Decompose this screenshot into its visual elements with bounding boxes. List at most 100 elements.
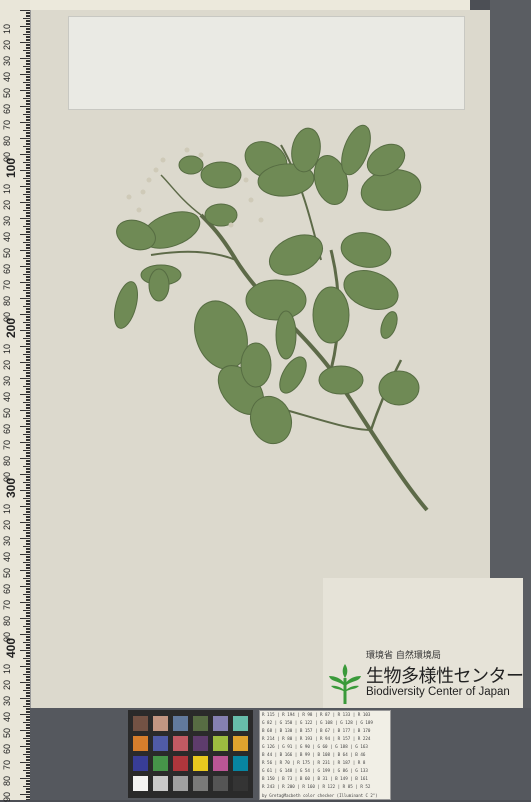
leaf — [178, 155, 204, 175]
ruler-minor-label: 60 — [2, 583, 12, 594]
ruler-major-label: 300 — [4, 477, 18, 498]
ruler-minor-label: 20 — [2, 359, 12, 370]
color-table-row: R 214 | R 80 | R 193 | R 94 | R 157 | R … — [262, 736, 371, 741]
color-values-table: R 115 | R 194 | R 98 | R 87 | R 133 | R … — [259, 710, 391, 800]
ruler-minor-label: 10 — [2, 183, 12, 194]
flower — [136, 207, 142, 213]
ruler-minor-label: 20 — [2, 39, 12, 50]
ruler-minor-label: 60 — [2, 263, 12, 274]
color-swatch — [173, 716, 188, 731]
color-table-row: B 68 | B 130 | B 157 | B 67 | B 177 | B … — [262, 728, 371, 733]
color-swatch — [133, 716, 148, 731]
leaf — [116, 219, 156, 251]
color-swatch — [213, 736, 228, 751]
leaf — [340, 232, 392, 268]
color-table-caption: by GretagMacbeth color checker (Illumina… — [262, 793, 378, 798]
flower — [258, 217, 264, 223]
ruler-minor-label: 30 — [2, 695, 12, 706]
color-swatch — [233, 736, 248, 751]
color-swatch — [173, 776, 188, 791]
leaf — [312, 286, 350, 344]
color-swatch — [173, 756, 188, 771]
color-swatch — [193, 756, 208, 771]
ruler-minor-label: 50 — [2, 567, 12, 578]
color-table-row: G 61 | G 148 | G 54 | G 199 | G 86 | G 1… — [262, 768, 368, 773]
center-name-jp: 生物多様性センター — [366, 666, 524, 687]
color-swatch — [173, 736, 188, 751]
ruler-minor-label: 70 — [2, 119, 12, 130]
ruler-minor-label: 70 — [2, 599, 12, 610]
color-swatch — [213, 716, 228, 731]
vertical-ruler: 10 20 30 40 50 60 70 80 90 100 10 20 30 40 50 60 70 80 90 2… — [0, 0, 31, 802]
leaf — [318, 365, 364, 395]
ruler-minor-label: 50 — [2, 247, 12, 258]
flower — [198, 152, 204, 158]
logo-mark-icon — [329, 664, 361, 704]
ruler-minor-label: 80 — [2, 455, 12, 466]
ruler-minor-label: 40 — [2, 551, 12, 562]
leaf — [269, 234, 323, 276]
ruler-minor-label: 60 — [2, 103, 12, 114]
flower — [160, 157, 166, 163]
flower — [146, 177, 152, 183]
color-swatch — [193, 776, 208, 791]
ruler-minor-label: 40 — [2, 71, 12, 82]
flower — [184, 147, 190, 153]
ruler-minor-label: 80 — [2, 615, 12, 626]
color-swatch — [233, 716, 248, 731]
ruler-minor-label: 20 — [2, 199, 12, 210]
ruler-minor-label: 80 — [2, 135, 12, 146]
color-table-row: B 44 | B 166 | B 99 | B 108 | B 64 | B 4… — [262, 752, 366, 757]
institution-logo: 環境省 自然環境局 生物多様性センター Biodiversity Center … — [323, 578, 524, 708]
color-table-row: B 150 | B 73 | B 60 | B 31 | B 149 | B 1… — [262, 776, 368, 781]
ruler-minor-label: 80 — [2, 295, 12, 306]
center-name-en: Biodiversity Center of Japan — [366, 686, 510, 698]
color-table-row: R 115 | R 194 | R 98 | R 87 | R 133 | R … — [262, 712, 371, 717]
branch — [160, 174, 202, 216]
ruler-minor-label: 60 — [2, 423, 12, 434]
color-swatch — [153, 736, 168, 751]
color-table-row: R 56 | R 70 | R 175 | R 231 | R 187 | R … — [262, 760, 366, 765]
ruler-minor-label: 50 — [2, 407, 12, 418]
color-swatch — [233, 756, 248, 771]
herbarium-sheet: 環境省 自然環境局 生物多様性センター Biodiversity Center … — [31, 10, 524, 708]
ruler-minor-label: 20 — [2, 519, 12, 530]
branch — [150, 250, 237, 261]
color-swatch — [153, 716, 168, 731]
ruler-minor-label: 60 — [2, 743, 12, 754]
leaf — [240, 342, 272, 388]
color-swatch — [213, 756, 228, 771]
ruler-minor-label: 10 — [2, 663, 12, 674]
color-swatch — [213, 776, 228, 791]
color-swatch — [153, 776, 168, 791]
ruler-minor-label: 50 — [2, 727, 12, 738]
ruler-minor-label: 10 — [2, 503, 12, 514]
leaf — [148, 268, 170, 302]
ruler-minor-label: 30 — [2, 55, 12, 66]
color-swatch — [133, 776, 148, 791]
ruler-minor-label: 30 — [2, 215, 12, 226]
ruler-major-label: 200 — [4, 317, 18, 338]
ruler-minor-label: 80 — [2, 775, 12, 786]
ruler-minor-label: 50 — [2, 87, 12, 98]
ruler-minor-label: 70 — [2, 759, 12, 770]
ruler-minor-label: 40 — [2, 711, 12, 722]
color-table-row: R 243 | R 200 | R 160 | R 122 | R 85 | R… — [262, 784, 371, 789]
color-swatch — [133, 756, 148, 771]
ministry-label: 環境省 自然環境局 — [366, 651, 441, 661]
flower — [228, 222, 234, 228]
ruler-minor-label: 10 — [2, 23, 12, 34]
color-swatch — [233, 776, 248, 791]
ruler-major-label: 100 — [4, 157, 18, 178]
leaf — [245, 279, 307, 321]
color-swatch — [193, 716, 208, 731]
ruler-minor-label: 20 — [2, 679, 12, 690]
leaf — [275, 310, 297, 360]
leaf — [378, 370, 420, 406]
ruler-minor-label: 40 — [2, 391, 12, 402]
ruler-minor-label: 30 — [2, 375, 12, 386]
color-swatch — [133, 736, 148, 751]
ruler-major-label: 400 — [4, 637, 18, 658]
leaf — [380, 311, 398, 339]
ruler-minor-label: 40 — [2, 231, 12, 242]
